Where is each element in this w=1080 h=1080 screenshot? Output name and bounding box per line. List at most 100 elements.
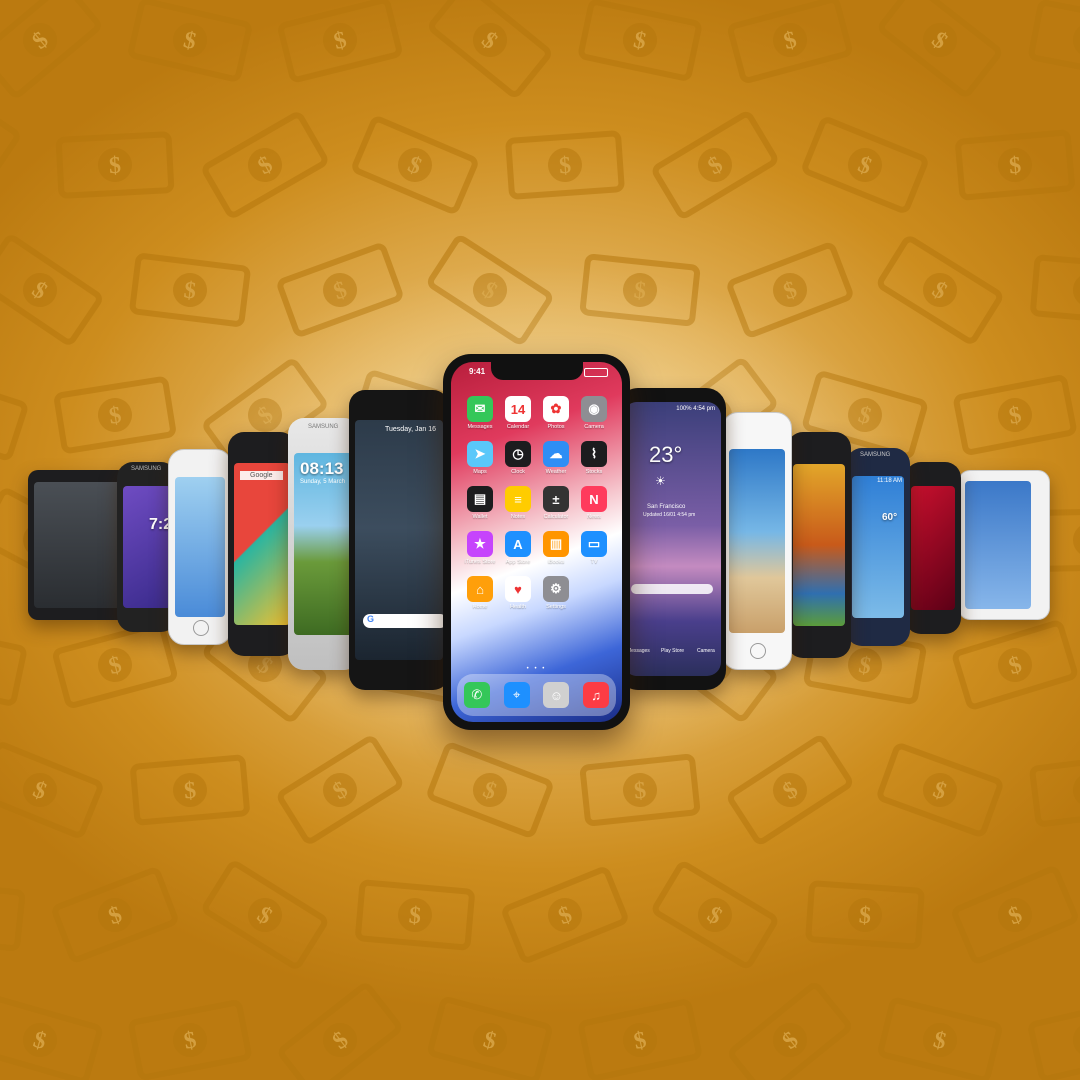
s5-brand: SAMSUNG xyxy=(308,424,339,430)
maps-icon: ➤ xyxy=(467,441,493,467)
itunes-icon: ★ xyxy=(467,531,493,557)
app-label: Messages xyxy=(467,424,493,430)
app-photos[interactable]: ✿ Photos xyxy=(537,396,575,430)
app-label: TV xyxy=(590,559,598,565)
pixel-search-bar[interactable]: G xyxy=(363,614,443,628)
iphone-x: 9:41 ✉ Messages 14 Calendar ✿ Photos ◉ Camera ➤ M… xyxy=(443,354,630,730)
galaxy-s4-phone: SAMSUNG 11:18 AM 60° xyxy=(846,448,910,646)
iphone-5s xyxy=(168,449,232,645)
home-button xyxy=(193,620,209,637)
dollar-bill-icon xyxy=(808,883,922,947)
s8-city: San Francisco xyxy=(647,504,686,510)
health-icon: ♥ xyxy=(505,576,531,602)
app-notes[interactable]: ≡ Notes xyxy=(499,486,537,520)
dollar-bill-icon xyxy=(1030,1000,1080,1079)
iphone-5s-right xyxy=(958,470,1050,620)
moto-x-phone xyxy=(787,432,851,658)
s8-screen: 100% 4:54 pm 23° ☀ San Francisco Updated… xyxy=(623,402,721,676)
s4-status: 11:18 AM xyxy=(877,477,902,484)
dollar-bill-icon xyxy=(958,132,1072,197)
app-label: Notes xyxy=(510,514,526,520)
s8-dock-playstore[interactable]: Play Store xyxy=(661,648,684,654)
news-icon: N xyxy=(581,486,607,512)
dollar-bill-icon xyxy=(430,0,551,96)
app-label: Stocks xyxy=(585,469,603,475)
s5-clock: 08:13 xyxy=(300,459,344,479)
dollar-bill-icon xyxy=(730,984,851,1080)
dollar-bill-icon xyxy=(653,113,776,218)
app-label: Home xyxy=(472,604,488,610)
s4-brand: SAMSUNG xyxy=(860,452,891,458)
app-label: Weather xyxy=(545,469,567,475)
pixel-phone: Tuesday, Jan 16 G xyxy=(349,390,449,690)
app-app-store[interactable]: A App Store xyxy=(499,531,537,565)
dollar-bill-icon xyxy=(358,882,472,947)
app-health[interactable]: ♥ Health xyxy=(499,576,537,610)
tv-icon: ▭ xyxy=(581,531,607,557)
s4-temp: 60° xyxy=(882,511,898,523)
moto-x-screen xyxy=(793,463,845,627)
music-icon[interactable]: ♫ xyxy=(583,682,610,708)
app-calendar[interactable]: 14 Calendar xyxy=(499,396,537,430)
app-settings[interactable]: ⚙ Settings xyxy=(537,576,575,610)
dollar-bill-icon xyxy=(204,862,327,968)
iphone-8-screen xyxy=(729,448,785,634)
app-calculator[interactable]: ± Calculator xyxy=(537,486,575,520)
app-stocks[interactable]: ⌇ Stocks xyxy=(575,441,613,475)
pixel-screen: Tuesday, Jan 16 G xyxy=(355,420,443,660)
dollar-bill-icon xyxy=(59,134,172,196)
notes-icon: ≡ xyxy=(505,486,531,512)
s8-search-bar[interactable] xyxy=(631,584,713,594)
phone-icon[interactable]: ✆ xyxy=(463,682,490,708)
dollar-bill-icon xyxy=(580,1001,699,1079)
app-label: News xyxy=(587,514,601,520)
app-label: iBooks xyxy=(547,559,565,565)
iphone-5s-screen xyxy=(175,477,225,617)
app-tv[interactable]: ▭ TV xyxy=(575,531,613,565)
s8-dock-camera[interactable]: Camera xyxy=(697,648,715,654)
wallet-icon: ▤ xyxy=(467,486,493,512)
dollar-bill-icon xyxy=(580,1,699,79)
clock-icon: ◷ xyxy=(505,441,531,467)
dollar-bill-icon xyxy=(0,236,101,344)
dollar-bill-icon xyxy=(130,0,250,79)
app-label: Health xyxy=(510,604,526,610)
ibooks-icon: ▥ xyxy=(543,531,569,557)
app-clock[interactable]: ◷ Clock xyxy=(499,441,537,475)
contacts-icon[interactable]: ☺ xyxy=(543,682,570,708)
app-label: Calendar xyxy=(506,424,530,430)
dollar-bill-icon xyxy=(1033,257,1080,322)
dollar-bill-icon xyxy=(504,868,627,961)
pixel-date: Tuesday, Jan 16 xyxy=(385,426,436,433)
app-home[interactable]: ⌂ Home xyxy=(461,576,499,610)
app-weather[interactable]: ☁ Weather xyxy=(537,441,575,475)
dollar-bill-icon xyxy=(804,118,927,211)
app-maps[interactable]: ➤ Maps xyxy=(461,441,499,475)
iphone-x-notch xyxy=(490,362,583,380)
app-camera[interactable]: ◉ Camera xyxy=(575,396,613,430)
dollar-bill-icon xyxy=(880,1000,1000,1080)
s8-dock-messages[interactable]: Messages xyxy=(627,648,650,654)
dollar-bill-icon xyxy=(730,0,851,81)
app-itunes-store[interactable]: ★ iTunes Store xyxy=(461,531,499,565)
dollar-bill-icon xyxy=(0,743,101,836)
app-label: iTunes Store xyxy=(464,559,496,565)
app-label: Wallet xyxy=(472,514,488,520)
iphone-x-screen: 9:41 ✉ Messages 14 Calendar ✿ Photos ◉ Camera ➤ M… xyxy=(451,362,622,722)
app-label: Camera xyxy=(584,424,604,430)
nexus-screen: Google xyxy=(234,463,290,625)
nexus-brand: Google xyxy=(240,471,283,481)
message-icon: ✉ xyxy=(467,396,493,422)
s8-temperature: 23° xyxy=(649,442,683,467)
s4-screen: 11:18 AM 60° xyxy=(852,475,904,619)
app-wallet[interactable]: ▤ Wallet xyxy=(461,486,499,520)
home-button xyxy=(750,642,766,659)
ipad-mini-screen xyxy=(965,481,1031,609)
app-news[interactable]: N News xyxy=(575,486,613,520)
home-icon: ⌂ xyxy=(467,576,493,602)
photos-icon: ✿ xyxy=(543,396,569,422)
safari-icon[interactable]: ⌖ xyxy=(503,682,530,708)
app-messages[interactable]: ✉ Messages xyxy=(461,396,499,430)
moto-screen xyxy=(911,486,955,610)
app-ibooks[interactable]: ▥ iBooks xyxy=(537,531,575,565)
